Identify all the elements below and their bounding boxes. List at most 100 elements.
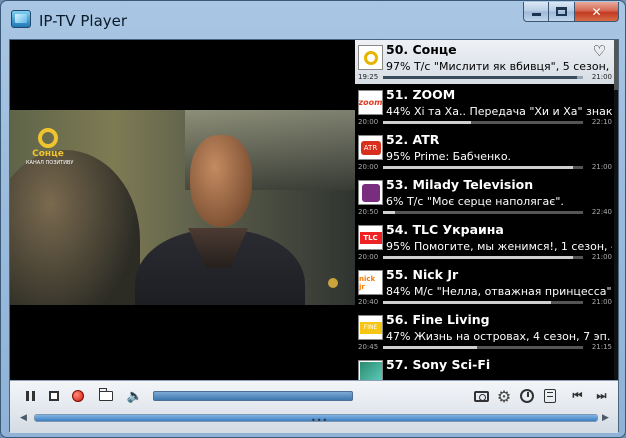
maximize-button[interactable] [549, 2, 575, 22]
schedule-button[interactable] [517, 387, 537, 405]
channel-program: 47% Жизнь на островах, 4 сезон, 7 эп. Из… [386, 330, 612, 343]
channel-row[interactable]: 50. Сонце ♡ 97% Т/с "Мислити як вбивця",… [355, 40, 614, 84]
program-progress [383, 211, 583, 214]
program-start-time: 20:45 [358, 343, 379, 351]
close-icon: ✕ [591, 4, 602, 19]
program-start-time: 20:00 [358, 163, 379, 171]
seek-bar[interactable]: ◀ ••• ▶ [20, 411, 612, 425]
channel-row[interactable]: zoom 51. ZOOM 44% Хі та Ха.. Передача "Х… [355, 85, 614, 129]
title-bar[interactable]: IP-TV Player ✕ [1, 1, 625, 39]
prev-channel-button[interactable]: ⏮ [566, 387, 586, 405]
sonce-logo-icon [358, 45, 383, 70]
pause-button[interactable] [20, 387, 40, 405]
channel-row[interactable]: TLC 54. TLC Украина 95% Помогите, мы жен… [355, 220, 614, 264]
channel-row[interactable]: 53. Milady Television 6% Т/с "Моє серце … [355, 175, 614, 219]
watermark-tagline: КАНАЛ ПОЗИТИВУ [26, 160, 74, 166]
channel-program: 95% Prime: Бабченко. [386, 150, 512, 163]
zoom-logo-icon: zoom [358, 90, 383, 115]
watermark-name: Сонце [32, 149, 64, 159]
program-end-time: 21:15 [591, 343, 612, 351]
previous-icon: ⏮ [572, 389, 583, 402]
channel-name: 56. Fine Living [386, 312, 490, 327]
program-progress [383, 301, 583, 304]
seek-right-icon[interactable]: ▶ [602, 413, 609, 423]
program-start-time: 20:40 [358, 298, 379, 306]
program-start-time: 20:50 [358, 208, 379, 216]
maximize-icon [556, 7, 567, 16]
program-progress [383, 346, 583, 349]
program-progress [383, 166, 583, 169]
screenshot-button[interactable] [471, 387, 491, 405]
settings-button[interactable]: ⚙ [494, 386, 514, 406]
program-end-time: 22:10 [591, 118, 612, 126]
volume-slider[interactable] [153, 391, 353, 401]
minimize-button[interactable] [523, 2, 549, 22]
speaker-icon: 🔈 [126, 388, 144, 404]
seek-left-icon[interactable]: ◀ [20, 413, 27, 423]
channel-row[interactable]: nick jr 55. Nick Jr 84% М/с "Нелла, отва… [355, 265, 614, 309]
window-title: IP-TV Player [39, 12, 128, 30]
channel-program: 97% Т/с "Мислити як вбивця", 5 сезон, 15… [386, 60, 612, 73]
client-area: Сонце КАНАЛ ПОЗИТИВУ 50. Сонце ♡ 97% Т/с… [9, 39, 619, 433]
channel-list[interactable]: 50. Сонце ♡ 97% Т/с "Мислити як вбивця",… [355, 40, 614, 380]
channel-list-scrollbar[interactable] [614, 40, 618, 380]
channel-name: 54. TLC Украина [386, 222, 504, 237]
record-button[interactable] [68, 387, 88, 405]
video-frame: Сонце КАНАЛ ПОЗИТИВУ [10, 110, 355, 305]
channel-name: 52. ATR [386, 132, 440, 147]
mute-button[interactable]: 🔈 [125, 387, 145, 405]
channel-name: 53. Milady Television [386, 177, 534, 192]
sonyscifi-logo-icon [358, 360, 383, 380]
video-figure-head [190, 135, 252, 227]
channel-row[interactable]: FINE 56. Fine Living 47% Жизнь на остров… [355, 310, 614, 354]
app-window: IP-TV Player ✕ Сонце КАНАЛ ПОЗИТИВУ 50. … [0, 0, 626, 438]
program-progress [383, 121, 583, 124]
tv-app-icon [11, 10, 31, 28]
channel-program: 44% Хі та Ха.. Передача "Хи и Ха" знаком… [386, 105, 612, 118]
video-figure-left [10, 150, 140, 305]
program-end-time: 21:00 [591, 163, 612, 171]
milady-logo-icon [358, 180, 383, 205]
list-icon [544, 389, 556, 403]
atr-logo-icon: ATR [358, 135, 383, 160]
program-progress [383, 256, 583, 259]
channel-program: 84% М/с "Нелла, отважная принцесса", 1 с… [386, 285, 612, 298]
channel-watermark-logo: Сонце КАНАЛ ПОЗИТИВУ [26, 128, 74, 166]
sun-icon [38, 128, 58, 148]
program-progress [383, 76, 583, 79]
fineliving-logo-icon: FINE [358, 315, 383, 340]
program-end-time: 22:40 [591, 208, 612, 216]
video-lapel-pin [328, 278, 338, 288]
seek-grip[interactable]: ••• [311, 416, 328, 425]
channel-name: 55. Nick Jr [386, 267, 459, 282]
heart-icon[interactable]: ♡ [593, 42, 606, 60]
close-button[interactable]: ✕ [575, 2, 619, 22]
program-start-time: 20:00 [358, 253, 379, 261]
tlc-logo-icon: TLC [358, 225, 383, 250]
channel-row[interactable]: ATR 52. ATR 95% Prime: Бабченко. 20:00 2… [355, 130, 614, 174]
video-area[interactable]: Сонце КАНАЛ ПОЗИТИВУ [10, 40, 355, 380]
gear-icon: ⚙ [496, 386, 512, 406]
program-end-time: 21:00 [591, 73, 612, 81]
channel-row[interactable]: 57. Sony Sci-Fi [355, 355, 614, 380]
stop-button[interactable] [44, 387, 64, 405]
camera-icon [473, 390, 489, 402]
next-icon: ⏭ [596, 389, 607, 402]
channel-name: 57. Sony Sci-Fi [386, 357, 491, 372]
pause-icon [25, 391, 35, 401]
program-start-time: 19:25 [358, 73, 379, 81]
program-end-time: 21:00 [591, 298, 612, 306]
nickjr-logo-icon: nick jr [358, 270, 383, 295]
next-channel-button[interactable]: ⏭ [590, 387, 610, 405]
open-button[interactable] [96, 387, 116, 405]
scrollbar-thumb[interactable] [614, 40, 618, 90]
player-controls: 🔈 ⚙ ⏮ ⏭ ◀ ••• ▶ [10, 380, 618, 433]
program-end-time: 21:00 [591, 253, 612, 261]
channel-name: 51. ZOOM [386, 87, 456, 102]
seek-track[interactable]: ••• [34, 414, 598, 425]
playlist-button[interactable] [540, 387, 560, 405]
channel-program: 6% Т/с "Моє серце наполягає". [386, 195, 564, 208]
record-icon [72, 390, 84, 402]
clock-icon [520, 389, 534, 403]
stop-icon [49, 391, 59, 401]
